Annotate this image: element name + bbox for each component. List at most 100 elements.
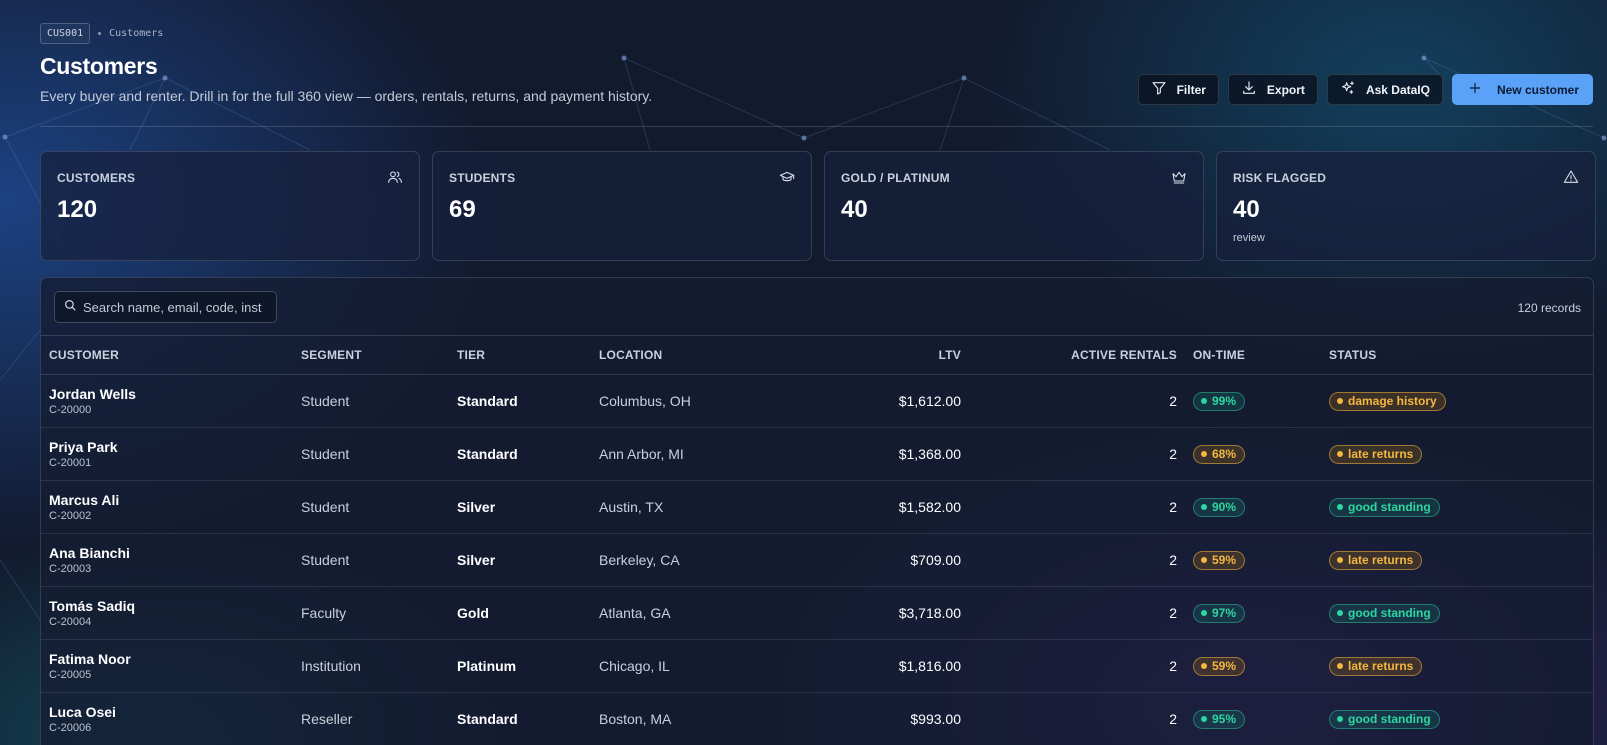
stat-value: 120 <box>57 196 98 223</box>
table-row[interactable]: Ana Bianchi C-20003 Student Silver Berkeley,… <box>41 534 1593 587</box>
table-row[interactable]: Marcus Ali C-20002 Student Silver Austin, TX… <box>41 481 1593 534</box>
on-time-cell: 90% <box>1185 481 1329 534</box>
column-header-active-rentals[interactable]: ACTIVE RENTALS <box>961 335 1185 375</box>
ltv-cell: $1,582.00 <box>898 499 961 515</box>
ltv-cell: $3,718.00 <box>898 605 961 621</box>
search-box[interactable] <box>54 291 277 323</box>
customer-name[interactable]: Marcus Ali <box>49 491 301 509</box>
download-icon <box>1241 80 1257 99</box>
header-divider <box>40 126 1593 127</box>
segment-cell: Student <box>301 446 350 462</box>
search-icon <box>63 298 77 317</box>
status-dot <box>1337 451 1343 458</box>
location-cell: Chicago, IL <box>599 658 670 674</box>
column-header-tier[interactable]: TIER <box>457 335 599 375</box>
status-dot <box>1201 557 1207 564</box>
ltv-cell: $1,816.00 <box>898 658 961 674</box>
customer-name[interactable]: Fatima Noor <box>49 650 301 668</box>
tier-cell: Standard <box>457 393 518 409</box>
status-badge: good standing <box>1329 497 1440 517</box>
status-dot <box>1337 610 1343 617</box>
status-dot <box>1201 451 1207 458</box>
column-header-segment[interactable]: SEGMENT <box>301 335 457 375</box>
customer-name[interactable]: Ana Bianchi <box>49 544 301 562</box>
status-dot <box>1337 504 1343 511</box>
status-dot <box>1337 398 1343 405</box>
table-header-row: CUSTOMER SEGMENT TIER LOCATION LTV ACTIV… <box>41 335 1593 375</box>
on-time-cell: 59% <box>1185 534 1329 587</box>
status-badge: damage history <box>1329 391 1446 411</box>
column-header-ltv[interactable]: LTV <box>799 335 961 375</box>
table-row[interactable]: Priya Park C-20001 Student Standard Ann Arbo… <box>41 428 1593 481</box>
on-time-cell: 95% <box>1185 693 1329 745</box>
on-time-value: 97% <box>1212 606 1237 621</box>
header-actions: Filter Export Ask DataIQ New customer <box>1137 74 1593 105</box>
customer-code: C-20002 <box>49 510 92 522</box>
status-dot <box>1337 716 1343 723</box>
stat-card-students: STUDENTS 69 <box>432 151 812 261</box>
active-rentals-cell: 2 <box>1169 658 1177 674</box>
on-time-value: 90% <box>1212 500 1237 515</box>
active-rentals-cell: 2 <box>1169 499 1177 515</box>
customer-cell: Priya Park C-20001 <box>41 428 301 481</box>
customer-name[interactable]: Tomás Sadiq <box>49 597 301 615</box>
on-time-cell: 68% <box>1185 428 1329 481</box>
customer-name[interactable]: Luca Osei <box>49 703 301 721</box>
customers-page: CUS001 Customers Customers Every buyer a… <box>40 0 1596 745</box>
customer-name[interactable]: Jordan Wells <box>49 385 301 403</box>
ltv-cell: $1,368.00 <box>898 446 961 462</box>
search-input[interactable] <box>83 299 268 315</box>
plus-icon <box>1467 80 1483 99</box>
ltv-cell: $993.00 <box>910 711 961 727</box>
column-header-customer[interactable]: CUSTOMER <box>41 335 301 375</box>
status-cell: good standing <box>1329 587 1593 640</box>
segment-cell: Student <box>301 393 350 409</box>
customer-code: C-20003 <box>49 563 92 575</box>
ask-dataiq-button[interactable]: Ask DataIQ <box>1326 74 1443 105</box>
table-row[interactable]: Tomás Sadiq C-20004 Faculty Gold Atlanta, GA… <box>41 587 1593 640</box>
column-header-location[interactable]: LOCATION <box>599 335 799 375</box>
on-time-badge: 59% <box>1193 656 1246 676</box>
segment-cell: Faculty <box>301 605 347 621</box>
table-row[interactable]: Jordan Wells C-20000 Student Standard Columb… <box>41 375 1593 428</box>
customer-cell: Luca Osei C-20006 <box>41 693 301 745</box>
customer-code: C-20005 <box>49 669 92 681</box>
on-time-value: 59% <box>1212 659 1237 674</box>
status-cell: late returns <box>1329 428 1593 481</box>
on-time-cell: 99% <box>1185 375 1329 428</box>
customer-code: C-20000 <box>49 404 92 416</box>
stat-value: 40 <box>1233 196 1260 223</box>
table-row[interactable]: Fatima Noor C-20005 Institution Platinum Chi… <box>41 640 1593 693</box>
customer-name[interactable]: Priya Park <box>49 438 301 456</box>
new-customer-button-label: New customer <box>1496 82 1579 97</box>
export-button[interactable]: Export <box>1227 74 1318 105</box>
stat-card-gold-platinum: GOLD / PLATINUM 40 <box>824 151 1204 261</box>
status-label: damage history <box>1348 394 1437 409</box>
customer-code: C-20004 <box>49 616 92 628</box>
column-header-status[interactable]: STATUS <box>1329 335 1593 375</box>
export-button-label: Export <box>1266 82 1305 97</box>
filter-button[interactable]: Filter <box>1137 74 1219 105</box>
status-label: good standing <box>1348 606 1431 621</box>
on-time-cell: 59% <box>1185 640 1329 693</box>
column-header-on-time[interactable]: ON-TIME <box>1185 335 1329 375</box>
status-label: late returns <box>1348 659 1414 674</box>
segment-cell: Student <box>301 499 350 515</box>
tier-cell: Platinum <box>457 658 517 674</box>
status-cell: damage history <box>1329 375 1593 428</box>
status-cell: good standing <box>1329 693 1593 745</box>
customers-table: CUSTOMER SEGMENT TIER LOCATION LTV ACTIV… <box>41 335 1593 745</box>
breadcrumb-current[interactable]: Customers <box>109 28 163 39</box>
status-dot <box>1201 610 1207 617</box>
customer-code: C-20001 <box>49 457 92 469</box>
stat-card-customers: CUSTOMERS 120 <box>40 151 420 261</box>
tier-cell: Silver <box>457 499 496 515</box>
stat-label: RISK FLAGGED <box>1233 171 1327 185</box>
table-row[interactable]: Luca Osei C-20006 Reseller Standard Boston, … <box>41 693 1593 745</box>
active-rentals-cell: 2 <box>1169 711 1177 727</box>
status-dot <box>1337 663 1343 670</box>
new-customer-button[interactable]: New customer <box>1451 74 1593 105</box>
on-time-badge: 97% <box>1193 603 1246 623</box>
customer-cell: Jordan Wells C-20000 <box>41 375 301 428</box>
on-time-badge: 99% <box>1193 391 1246 411</box>
